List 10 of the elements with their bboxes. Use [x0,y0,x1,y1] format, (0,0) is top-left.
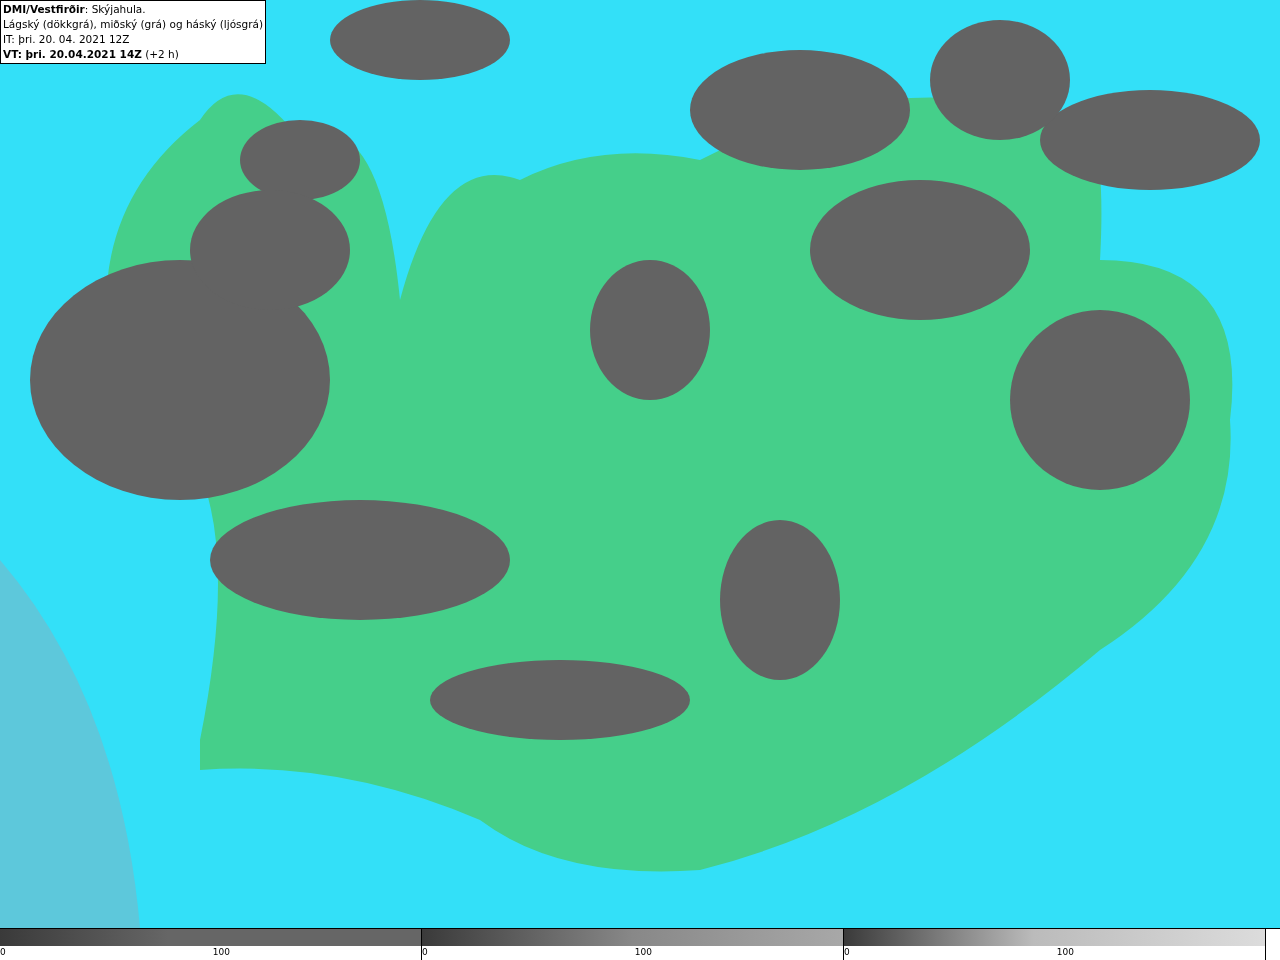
scale-label: 0 [422,946,428,959]
info-text: Lágský (dökkgrá), miðský (grá) og háský (ljósgrá) [3,17,264,32]
scale-label: 0 [0,946,6,959]
info-text: VT: þri. 20.04.2021 14Z (+2 h) [3,47,180,62]
scale-label: 100 [212,946,230,959]
scale-label: 0 [844,946,850,959]
map-title: DMI/Vestfirðir: Skýjahula. [3,2,147,17]
scale-label: 100 [1056,946,1074,959]
scale-label: 100 [634,946,652,959]
info-text: IT: þri. 20. 04. 2021 12Z [3,32,131,47]
